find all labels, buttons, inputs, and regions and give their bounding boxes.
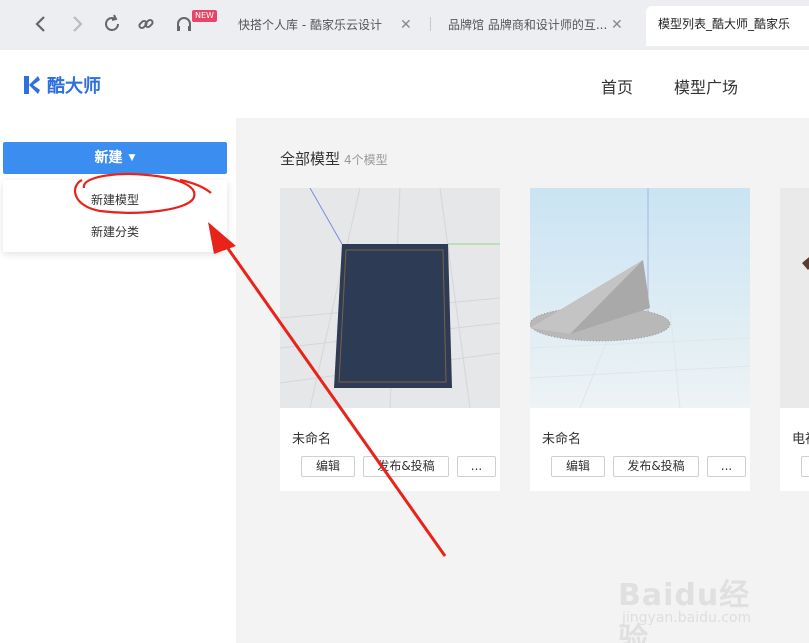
tab-separator [430,17,431,31]
browser-tab-bar: NEW 快搭个人库 - 酷家乐云设计 ✕ 品牌馆 品牌商和设计师的互... ✕ … [0,0,809,50]
forward-icon[interactable] [65,12,89,36]
tab-brand-hall[interactable]: 品牌馆 品牌商和设计师的互... [448,8,608,42]
section-title-text: 全部模型 [280,150,341,168]
tab-model-list[interactable]: 模型列表_酷大师_酷家乐 [646,6,809,46]
watermark-brand: Baidu经验 [618,578,751,643]
new-button[interactable]: 新建 ▼ [3,142,227,174]
model-name[interactable]: 电视 [792,428,809,447]
model-thumbnail[interactable] [780,188,809,408]
reload-icon[interactable] [100,12,124,36]
model-thumbnail[interactable] [530,188,750,408]
menu-item-new-model[interactable]: 新建模型 [3,184,227,216]
main-content: 全部模型 4个模型 未命名 编辑 发布&投稿 ... 未命名 编辑 发布&投稿 … [236,118,809,643]
back-icon[interactable] [29,12,53,36]
logo-text[interactable]: 酷大师 [47,72,101,98]
new-dropdown-menu: 新建模型 新建分类 [3,180,227,252]
sidebar: 新建 ▼ 新建模型 新建分类 [0,118,236,643]
logo-icon[interactable] [24,76,40,94]
close-icon[interactable]: ✕ [611,8,623,42]
link-icon[interactable] [134,12,158,36]
edit-button[interactable]: 编辑 [551,456,605,477]
caret-down-icon: ▼ [128,153,136,163]
nav-home[interactable]: 首页 [601,74,633,98]
new-badge: NEW [192,10,217,22]
new-button-label: 新建 [94,150,123,166]
edit-button[interactable] [801,456,809,477]
more-button[interactable]: ... [707,456,746,477]
watermark-url: jingyan.baidu.com [622,610,752,626]
edit-button[interactable]: 编辑 [301,456,355,477]
model-card[interactable]: 未命名 编辑 发布&投稿 ... [530,188,750,491]
model-thumbnail[interactable] [280,188,500,408]
close-icon[interactable]: ✕ [400,8,412,42]
tab-quick-library[interactable]: 快搭个人库 - 酷家乐云设计 [238,8,388,42]
model-card[interactable]: 未命名 编辑 发布&投稿 ... [280,188,500,491]
nav-model-plaza[interactable]: 模型广场 [674,74,738,98]
publish-button[interactable]: 发布&投稿 [363,456,449,477]
model-name[interactable]: 未命名 [542,428,581,447]
more-button[interactable]: ... [457,456,496,477]
app-header: 酷大师 首页 模型广场 [0,50,809,118]
section-title: 全部模型 4个模型 [280,148,388,169]
app-window: NEW 快搭个人库 - 酷家乐云设计 ✕ 品牌馆 品牌商和设计师的互... ✕ … [0,0,809,643]
model-name[interactable]: 未命名 [292,428,331,447]
model-count: 4个模型 [344,153,388,167]
publish-button[interactable]: 发布&投稿 [613,456,699,477]
watermark: Baidu经验 jingyan.baidu.com [618,570,778,643]
menu-item-new-category[interactable]: 新建分类 [3,216,227,248]
model-card[interactable]: 电视 [780,188,809,491]
